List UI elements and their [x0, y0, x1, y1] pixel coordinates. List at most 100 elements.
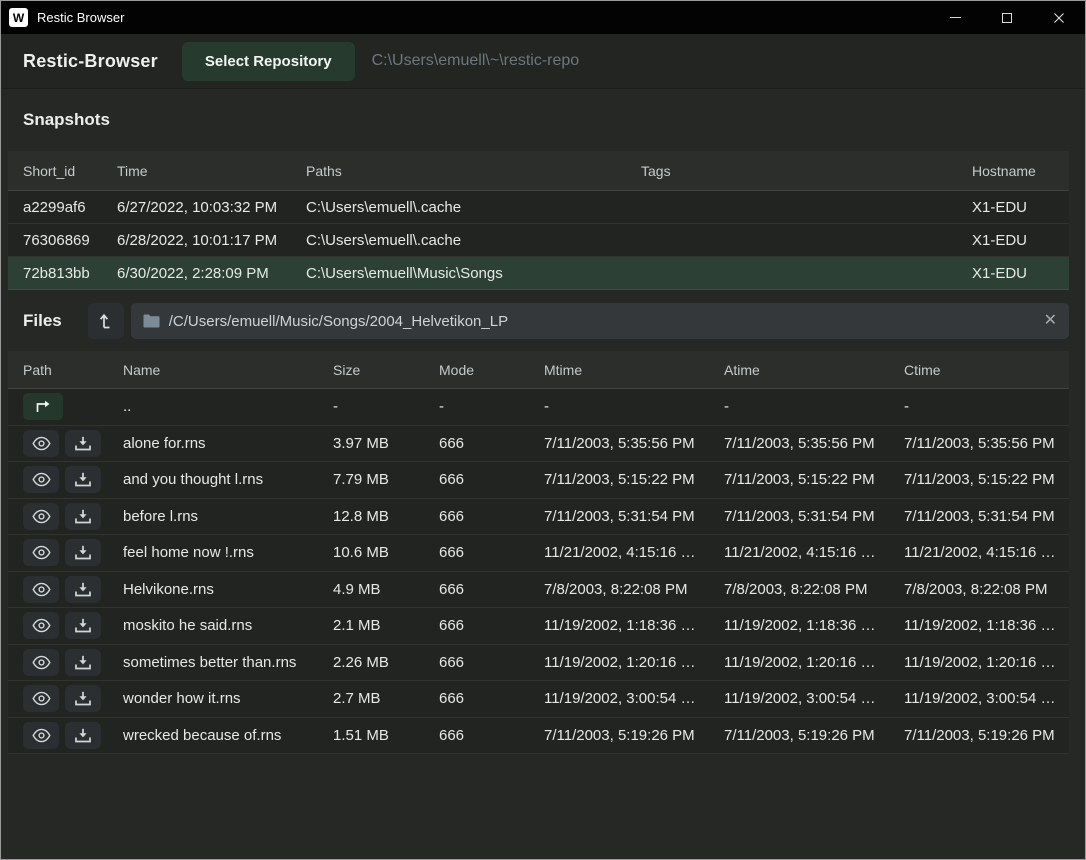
file-atime: 7/11/2003, 5:15:22 PM — [724, 471, 904, 488]
preview-file-button[interactable] — [23, 685, 59, 712]
download-file-button[interactable] — [65, 649, 101, 676]
file-size: 2.7 MB — [333, 690, 439, 707]
snapshot-row[interactable]: 72b813bb 6/30/2022, 2:28:09 PM C:\Users\… — [8, 257, 1069, 290]
file-mtime: 11/19/2002, 3:00:54 … — [544, 690, 724, 707]
up-arrow-from-base-icon — [98, 312, 114, 330]
file-ctime: 11/19/2002, 1:20:16 … — [904, 654, 1069, 671]
download-file-button[interactable] — [65, 612, 101, 639]
eye-icon — [32, 655, 51, 670]
files-rows: alone for.rns 3.97 MB 666 7/11/2003, 5:3… — [8, 426, 1069, 755]
file-atime: 11/19/2002, 1:20:16 … — [724, 654, 904, 671]
snapshot-paths: C:\Users\emuell\Music\Songs — [306, 265, 641, 282]
file-ctime: 11/21/2002, 4:15:16 … — [904, 544, 1069, 561]
download-icon — [75, 691, 91, 706]
clear-path-icon[interactable]: ✕ — [1044, 313, 1057, 329]
file-size: 4.9 MB — [333, 581, 439, 598]
download-file-button[interactable] — [65, 466, 101, 493]
file-mode: 666 — [439, 435, 544, 452]
file-atime: 11/19/2002, 3:00:54 … — [724, 690, 904, 707]
snapshot-hostname: X1-EDU — [972, 232, 1069, 249]
file-ctime: 7/11/2003, 5:35:56 PM — [904, 435, 1069, 452]
download-file-button[interactable] — [65, 576, 101, 603]
download-icon — [75, 436, 91, 451]
eye-icon — [32, 582, 51, 597]
eye-icon — [32, 691, 51, 706]
file-mode: 666 — [439, 581, 544, 598]
maximize-button[interactable] — [981, 1, 1033, 34]
minimize-icon — [950, 17, 961, 18]
snapshot-paths: C:\Users\emuell\.cache — [306, 232, 641, 249]
file-ctime: 11/19/2002, 1:18:36 … — [904, 617, 1069, 634]
snapshot-time: 6/30/2022, 2:28:09 PM — [117, 265, 306, 282]
files-header-row: Path Name Size Mode Mtime Atime Ctime — [8, 351, 1069, 389]
close-button[interactable] — [1033, 1, 1085, 34]
file-ctime: 7/11/2003, 5:15:22 PM — [904, 471, 1069, 488]
column-header-tags: Tags — [641, 163, 972, 179]
go-to-parent-directory-button[interactable] — [23, 393, 63, 420]
download-icon — [75, 728, 91, 743]
column-header-hostname: Hostname — [972, 163, 1069, 179]
file-mode: 666 — [439, 508, 544, 525]
app-window: W Restic Browser Restic-Browser Select R… — [0, 0, 1086, 860]
preview-file-button[interactable] — [23, 539, 59, 566]
download-file-button[interactable] — [65, 722, 101, 749]
snapshot-row[interactable]: 76306869 6/28/2022, 10:01:17 PM C:\Users… — [8, 224, 1069, 257]
file-size: 3.97 MB — [333, 435, 439, 452]
file-row: wrecked because of.rns 1.51 MB 666 7/11/… — [8, 718, 1069, 755]
preview-file-button[interactable] — [23, 649, 59, 676]
snapshot-short-id: 72b813bb — [23, 265, 117, 282]
snapshots-rows: a2299af6 6/27/2022, 10:03:32 PM C:\Users… — [8, 191, 1069, 290]
preview-file-button[interactable] — [23, 466, 59, 493]
snapshot-short-id: 76306869 — [23, 232, 117, 249]
file-ctime: 11/19/2002, 3:00:54 … — [904, 690, 1069, 707]
close-icon — [1053, 12, 1065, 24]
toolbar: Restic-Browser Select Repository C:\User… — [1, 34, 1085, 89]
window-title: Restic Browser — [37, 10, 124, 25]
file-mtime: 7/11/2003, 5:31:54 PM — [544, 508, 724, 525]
file-mtime: 7/11/2003, 5:19:26 PM — [544, 727, 724, 744]
file-mtime: 7/11/2003, 5:35:56 PM — [544, 435, 724, 452]
file-size: 7.79 MB — [333, 471, 439, 488]
download-file-button[interactable] — [65, 539, 101, 566]
column-header-paths: Paths — [306, 163, 641, 179]
file-mode: - — [439, 398, 544, 415]
file-atime: 7/11/2003, 5:19:26 PM — [724, 727, 904, 744]
preview-file-button[interactable] — [23, 430, 59, 457]
file-mtime: 7/11/2003, 5:15:22 PM — [544, 471, 724, 488]
preview-file-button[interactable] — [23, 612, 59, 639]
column-header-ctime: Ctime — [904, 362, 1069, 378]
download-file-button[interactable] — [65, 685, 101, 712]
file-ctime: 7/8/2003, 8:22:08 PM — [904, 581, 1069, 598]
minimize-button[interactable] — [929, 1, 981, 34]
file-atime: 11/21/2002, 4:15:16 … — [724, 544, 904, 561]
column-header-mtime: Mtime — [544, 362, 724, 378]
file-name: moskito he said.rns — [123, 617, 333, 634]
eye-icon — [32, 728, 51, 743]
select-repository-button[interactable]: Select Repository — [182, 42, 355, 81]
snapshot-hostname: X1-EDU — [972, 199, 1069, 216]
file-size: 12.8 MB — [333, 508, 439, 525]
download-file-button[interactable] — [65, 503, 101, 530]
files-title: Files — [23, 311, 62, 331]
download-icon — [75, 472, 91, 487]
eye-icon — [32, 509, 51, 524]
file-name: wonder how it.rns — [123, 690, 333, 707]
download-icon — [75, 655, 91, 670]
file-mtime: 7/8/2003, 8:22:08 PM — [544, 581, 724, 598]
file-row: feel home now !.rns 10.6 MB 666 11/21/20… — [8, 535, 1069, 572]
app-title: Restic-Browser — [23, 51, 158, 72]
repository-path: C:\Users\emuell\~\restic-repo — [372, 52, 580, 70]
download-file-button[interactable] — [65, 430, 101, 457]
file-ctime: - — [904, 398, 1069, 415]
preview-file-button[interactable] — [23, 503, 59, 530]
files-path-input[interactable]: /C/Users/emuell/Music/Songs/2004_Helveti… — [131, 303, 1069, 339]
preview-file-button[interactable] — [23, 576, 59, 603]
snapshot-row[interactable]: a2299af6 6/27/2022, 10:03:32 PM C:\Users… — [8, 191, 1069, 224]
preview-file-button[interactable] — [23, 722, 59, 749]
open-repository-root-button[interactable] — [88, 303, 124, 339]
file-row: before l.rns 12.8 MB 666 7/11/2003, 5:31… — [8, 499, 1069, 536]
file-row: sometimes better than.rns 2.26 MB 666 11… — [8, 645, 1069, 682]
column-header-path: Path — [23, 362, 123, 378]
snapshot-hostname: X1-EDU — [972, 265, 1069, 282]
column-header-short-id: Short_id — [23, 163, 117, 179]
